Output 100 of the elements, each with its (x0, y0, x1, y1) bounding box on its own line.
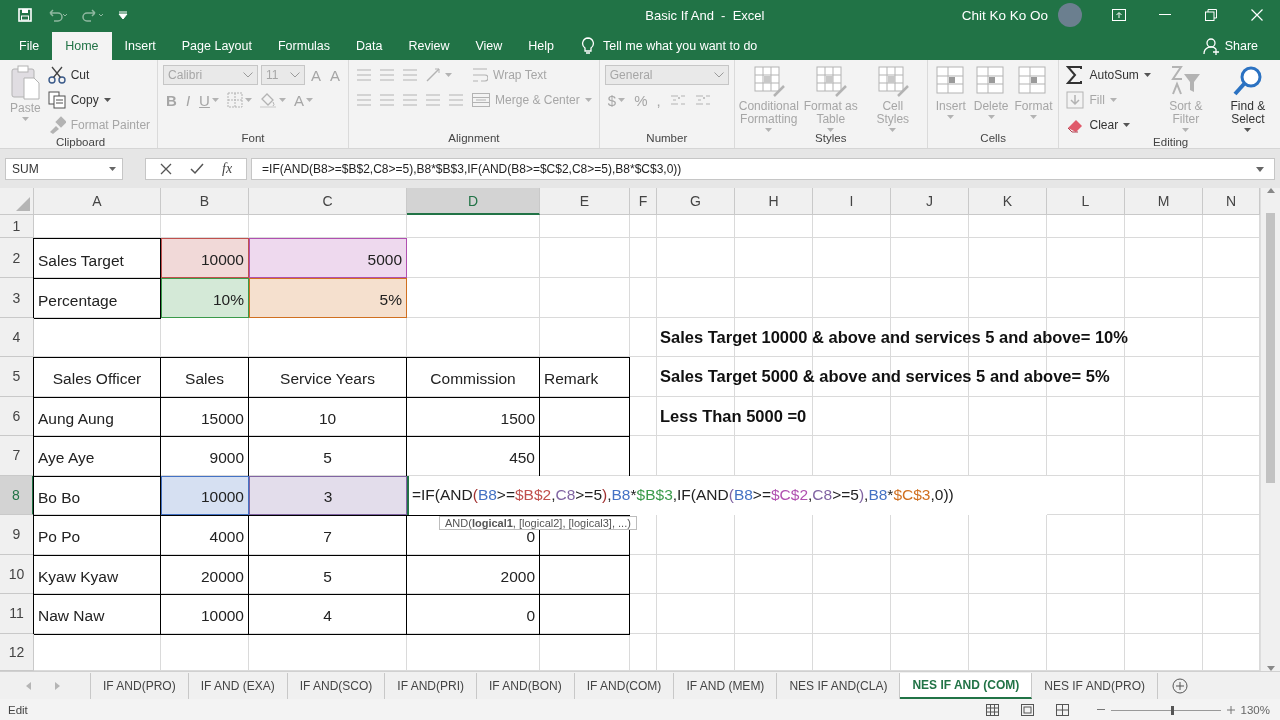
sheet-tab[interactable]: IF AND(PRO) (91, 672, 189, 699)
sheet-tab[interactable]: IF AND(BON) (477, 672, 575, 699)
group-label: Number (645, 132, 689, 146)
align-icon (402, 93, 419, 107)
row-header[interactable]: 11 (0, 594, 34, 634)
minimize-icon[interactable] (1159, 14, 1171, 16)
column-header[interactable]: C (249, 188, 407, 215)
group-label: Alignment (447, 132, 501, 146)
restore-icon[interactable] (1205, 9, 1217, 21)
ribbon-tab[interactable]: Page Layout (168, 32, 265, 60)
sheet-tab[interactable]: IF AND(SCO) (287, 672, 386, 699)
function-tooltip: AND(logical1, [logical2], [logical3], ...) (439, 516, 637, 530)
tell-me-field[interactable]: Tell me what you want to do (581, 32, 758, 60)
table-icon (813, 64, 848, 98)
redo-icon[interactable] (82, 8, 104, 22)
normal-view-icon[interactable] (985, 704, 999, 716)
display-options-icon[interactable] (1112, 9, 1126, 21)
align-icon (356, 68, 373, 82)
row-header[interactable]: 9 (0, 515, 34, 555)
ribbon-tab[interactable]: View (462, 32, 516, 60)
name-box[interactable]: SUM (5, 158, 123, 180)
row-header[interactable]: 7 (0, 436, 34, 476)
table-icon (875, 64, 910, 98)
row-header[interactable]: 8 (0, 475, 34, 515)
column-header[interactable]: A (34, 188, 161, 215)
ribbon-button[interactable]: Clear (1064, 114, 1133, 136)
page-layout-icon[interactable] (1020, 704, 1034, 716)
column-header[interactable]: E (540, 188, 630, 215)
chevron-icon (243, 72, 254, 78)
table-cell: 10000 (161, 475, 249, 515)
ribbon-button[interactable]: Copy (45, 89, 113, 111)
scissors-icon (47, 66, 66, 84)
ribbon-button[interactable]: Find & Select (1218, 64, 1277, 132)
row-header[interactable]: 2 (0, 238, 34, 278)
ribbon-button[interactable]: Cut (45, 64, 92, 86)
group-label: Styles (814, 132, 848, 146)
caret-icon[interactable] (1256, 166, 1264, 172)
share-button[interactable]: Share (1202, 32, 1258, 60)
column-header[interactable]: I (813, 188, 891, 215)
column-header[interactable]: H (735, 188, 813, 215)
new-sheet-icon[interactable] (1171, 677, 1188, 694)
scrollbar-thumb[interactable] (1266, 213, 1275, 483)
row-header[interactable]: 4 (0, 318, 34, 357)
row-header[interactable]: 3 (0, 278, 34, 318)
row-header[interactable]: 5 (0, 357, 34, 397)
ribbon-tab[interactable]: Review (395, 32, 463, 60)
lightbulb-icon (581, 37, 596, 55)
enter-icon[interactable] (190, 163, 204, 175)
sheet-tab[interactable]: NES IF AND (COM) (900, 672, 1033, 699)
ribbon-button[interactable]: AutoSum (1064, 64, 1153, 86)
column-header[interactable]: N (1203, 188, 1260, 215)
note-text: Less Than 5000 =0 (659, 405, 808, 427)
insert-function-button[interactable]: fx (222, 161, 233, 177)
column-header[interactable]: G (657, 188, 735, 215)
table-cell: Percentage (33, 278, 161, 319)
caret-icon (109, 167, 116, 171)
group-label: Cells (979, 132, 1007, 146)
group-label: Clipboard (54, 136, 107, 148)
row-header[interactable]: 10 (0, 554, 34, 594)
column-header[interactable]: L (1047, 188, 1125, 215)
sheet-tab[interactable]: IF AND (MEM) (674, 672, 778, 699)
sheet-tab[interactable]: IF AND(PRI) (385, 672, 478, 699)
sheet-tab[interactable]: IF AND(COM) (574, 672, 675, 699)
zoom-thumb[interactable] (1171, 705, 1175, 715)
formula-field[interactable]: =IF(AND(B8>=$B$2,C8>=5),B8*$B$3,IF(AND(B8>=$C$2,C8>=5),B8*$C$3,0)) (251, 158, 1275, 180)
undo-icon[interactable] (46, 8, 68, 22)
cancel-icon[interactable] (160, 163, 172, 175)
user-name: Chit Ko Ko Oo (961, 7, 1048, 23)
column-header[interactable]: B (161, 188, 249, 215)
fill-color-icon (258, 92, 277, 108)
sheet-tab[interactable]: IF AND (EXA) (188, 672, 288, 699)
window-title: Basic If And - Excel (644, 7, 766, 23)
mode-label: Edit (8, 704, 28, 716)
row-header[interactable]: 1 (0, 215, 34, 238)
column-header[interactable]: F (630, 188, 657, 215)
wrap-text-icon (472, 66, 489, 84)
ribbon-tab[interactable]: Insert (111, 32, 169, 60)
scroll-up-icon[interactable] (1266, 188, 1275, 193)
column-header[interactable]: J (891, 188, 969, 215)
column-header[interactable]: K (969, 188, 1047, 215)
ribbon-tab[interactable]: Formulas (264, 32, 344, 60)
ribbon-tab[interactable]: Data (343, 32, 396, 60)
row-header[interactable]: 12 (0, 633, 34, 671)
column-header[interactable]: M (1125, 188, 1203, 215)
row-header[interactable]: 6 (0, 396, 34, 436)
close-icon[interactable] (1251, 9, 1263, 21)
column-header[interactable]: D (407, 188, 540, 215)
align-icon (379, 68, 396, 82)
ribbon-tab[interactable]: File (6, 32, 53, 60)
ribbon-tab[interactable]: Help (515, 32, 568, 60)
save-icon[interactable] (18, 8, 32, 22)
page-break-icon[interactable] (1055, 704, 1069, 716)
ribbon-tab[interactable]: Home (52, 32, 112, 60)
customize-icon[interactable] (118, 10, 128, 20)
table-cell: 10% (161, 278, 249, 318)
sheet-tab[interactable]: NES IF AND(PRO) (1032, 672, 1158, 699)
align-icon (379, 93, 396, 107)
table-cell: 10000 (161, 238, 249, 278)
zoom-level[interactable]: 130% (1240, 704, 1270, 716)
zoom-in-icon[interactable] (1226, 706, 1235, 714)
